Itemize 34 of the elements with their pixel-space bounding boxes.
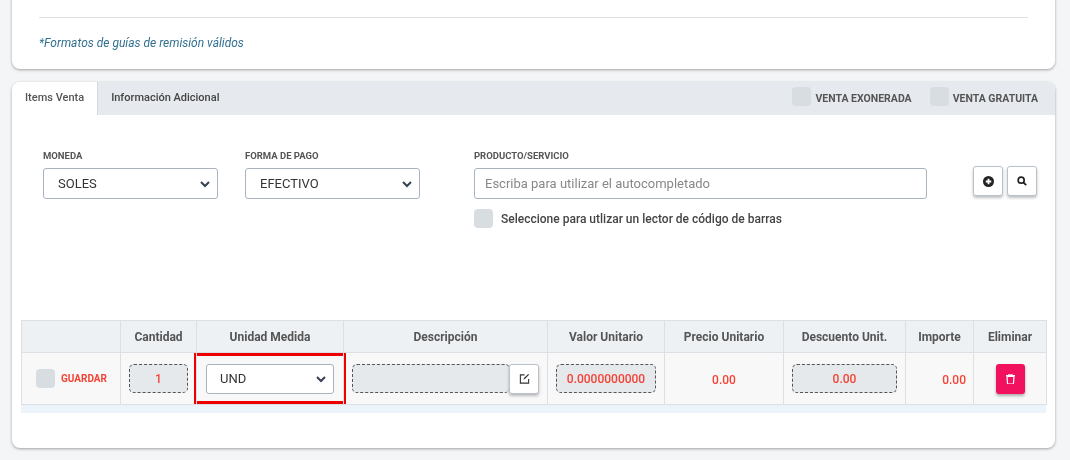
- note-text: *Formatos de guías de remisión válidos: [39, 35, 245, 52]
- field-label: PRODUCTO/SERVICIO: [474, 149, 570, 163]
- column-header: Descripción: [413, 329, 478, 344]
- field-label: MONEDA: [43, 149, 84, 163]
- search-field[interactable]: Escriba para utilizar el autocompletado: [474, 168, 927, 200]
- unit-dropdown[interactable]: UND: [206, 363, 334, 394]
- plus-circle-icon: [982, 175, 994, 187]
- field-label: FORMA DE PAGO: [245, 149, 320, 163]
- add-button[interactable]: [973, 166, 1003, 196]
- column-header: Eliminar: [987, 329, 1033, 344]
- checkbox-label: Seleccione para utlizar un lector de código de barras: [501, 210, 782, 228]
- tab[interactable]: Información Adicional: [98, 82, 233, 115]
- trash-icon: [1005, 373, 1015, 384]
- unit-price-text: 0.00: [712, 372, 736, 387]
- checkbox-label: VENTA EXONERADA: [815, 90, 912, 107]
- tab[interactable]: Items Venta: [12, 82, 99, 115]
- search-icon: [1017, 176, 1027, 186]
- delete-button[interactable]: [995, 363, 1025, 394]
- description-field[interactable]: [352, 364, 510, 394]
- column-header: Descuento Unit.: [801, 329, 888, 344]
- column-header: Importe: [918, 329, 961, 344]
- column-header: Unidad Medida: [229, 329, 311, 344]
- edit-icon: [518, 373, 530, 385]
- dropdown[interactable]: EFECTIVO: [245, 168, 420, 200]
- edit-button[interactable]: [509, 363, 539, 394]
- dropdown[interactable]: SOLES: [43, 168, 218, 200]
- column-header: Cantidad: [134, 329, 183, 344]
- amount-text: 0.00: [942, 372, 966, 387]
- checkbox[interactable]: [36, 369, 55, 389]
- column-header: Precio Unitario: [683, 329, 765, 344]
- search-button[interactable]: [1007, 166, 1037, 196]
- column-header: Valor Unitario: [569, 329, 643, 344]
- checkbox-label: VENTA GRATUITA: [952, 90, 1038, 107]
- checkbox[interactable]: [474, 209, 493, 229]
